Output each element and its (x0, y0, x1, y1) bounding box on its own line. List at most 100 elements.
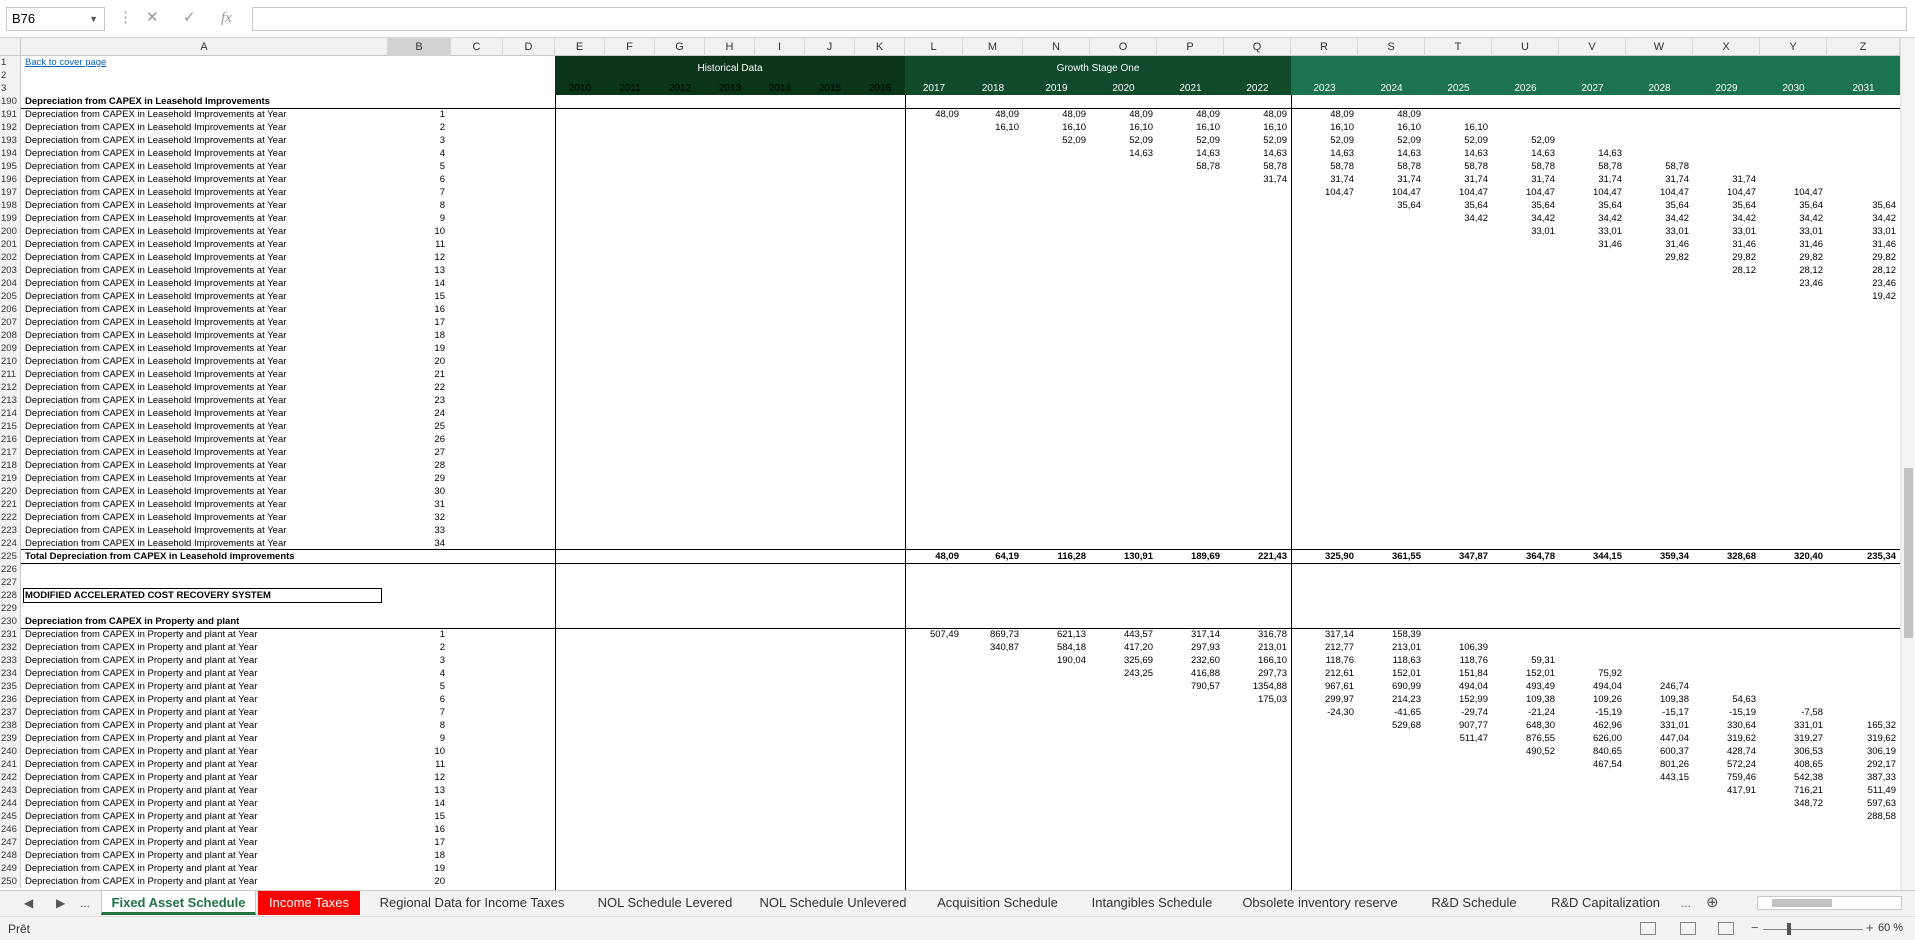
cancel-icon[interactable]: ✕ (146, 9, 159, 27)
table-cell[interactable]: 48,09 (1157, 108, 1220, 121)
table-cell[interactable]: 212,61 (1291, 667, 1354, 680)
table-cell[interactable]: 152,99 (1425, 693, 1488, 706)
row-header[interactable]: 216 (0, 433, 21, 446)
table-cell[interactable]: 29,82 (1626, 251, 1689, 264)
column-header-L[interactable]: L (905, 38, 963, 56)
table-cell[interactable]: 106,39 (1425, 641, 1488, 654)
table-cell[interactable]: 29,82 (1693, 251, 1756, 264)
table-cell[interactable]: 104,47 (1492, 186, 1555, 199)
sheet-tab[interactable]: NOL Schedule Levered (582, 891, 748, 915)
column-header-D[interactable]: D (503, 38, 555, 56)
row-header[interactable]: 207 (0, 316, 21, 329)
table-cell[interactable]: 14,63 (1157, 147, 1220, 160)
table-cell[interactable]: 319,27 (1760, 732, 1823, 745)
table-cell[interactable]: 529,68 (1358, 719, 1421, 732)
row-header[interactable]: 192 (0, 121, 21, 134)
table-cell[interactable]: 118,76 (1425, 654, 1488, 667)
row-header[interactable]: 246 (0, 823, 21, 836)
table-cell[interactable]: 467,54 (1559, 758, 1622, 771)
sheet-tab[interactable]: Obsolete inventory reserve (1227, 891, 1413, 915)
column-header-U[interactable]: U (1492, 38, 1559, 56)
sheet-tab[interactable]: R&D Schedule (1413, 891, 1535, 915)
formula-input[interactable] (252, 7, 1907, 31)
row-header[interactable]: 190 (0, 95, 21, 108)
table-cell[interactable]: 118,76 (1291, 654, 1354, 667)
sheet-tab[interactable]: Intangibles Schedule (1077, 891, 1227, 915)
row-header[interactable]: 222 (0, 511, 21, 524)
row-header[interactable]: 211 (0, 368, 21, 381)
column-header-A[interactable]: A (21, 38, 388, 56)
row-header[interactable]: 227 (0, 576, 21, 589)
table-cell[interactable]: 214,23 (1358, 693, 1421, 706)
insert-function-icon[interactable]: fx (221, 9, 232, 27)
column-header-M[interactable]: M (963, 38, 1023, 56)
table-cell[interactable]: 213,01 (1358, 641, 1421, 654)
table-cell[interactable]: 28,12 (1827, 264, 1896, 277)
row-header[interactable]: 2 (0, 69, 21, 82)
row-header[interactable]: 200 (0, 225, 21, 238)
tab-next-icon[interactable]: ▶ (56, 891, 65, 915)
table-cell[interactable]: 306,19 (1827, 745, 1896, 758)
table-cell[interactable]: 16,10 (1291, 121, 1354, 134)
zoom-slider[interactable] (1763, 929, 1863, 930)
row-header[interactable]: 226 (0, 563, 21, 576)
row-header[interactable]: 250 (0, 875, 21, 888)
table-cell[interactable]: -15,19 (1693, 706, 1756, 719)
back-to-cover-link[interactable]: Back to cover page (25, 56, 106, 69)
table-cell[interactable]: 31,74 (1693, 173, 1756, 186)
table-cell[interactable]: 166,10 (1224, 654, 1287, 667)
table-cell[interactable]: 104,47 (1626, 186, 1689, 199)
table-cell[interactable]: 331,01 (1760, 719, 1823, 732)
table-cell[interactable]: 31,74 (1291, 173, 1354, 186)
column-header-K[interactable]: K (855, 38, 905, 56)
table-cell[interactable]: 490,52 (1492, 745, 1555, 758)
table-cell[interactable]: 52,09 (1492, 134, 1555, 147)
table-cell[interactable]: 59,31 (1492, 654, 1555, 667)
row-header[interactable]: 225 (0, 550, 21, 563)
row-header[interactable]: 243 (0, 784, 21, 797)
table-cell[interactable]: 52,09 (1425, 134, 1488, 147)
row-header[interactable]: 230 (0, 615, 21, 628)
table-cell[interactable]: 48,09 (1291, 108, 1354, 121)
table-cell[interactable]: 416,88 (1157, 667, 1220, 680)
zoom-slider-knob[interactable] (1787, 923, 1791, 935)
table-cell[interactable]: 58,78 (1358, 160, 1421, 173)
table-cell[interactable]: 790,57 (1157, 680, 1220, 693)
table-cell[interactable]: 75,92 (1559, 667, 1622, 680)
table-cell[interactable]: 31,46 (1827, 238, 1896, 251)
table-cell[interactable]: 104,47 (1559, 186, 1622, 199)
table-cell[interactable]: 542,38 (1760, 771, 1823, 784)
row-header[interactable]: 242 (0, 771, 21, 784)
table-cell[interactable]: 288,58 (1827, 810, 1896, 823)
sheet-tab[interactable]: Regional Data for Income Taxes (362, 891, 582, 915)
column-header-J[interactable]: J (805, 38, 855, 56)
table-cell[interactable]: 48,09 (1090, 108, 1153, 121)
table-cell[interactable]: 31,74 (1492, 173, 1555, 186)
table-cell[interactable]: 317,14 (1157, 628, 1220, 641)
column-header-Y[interactable]: Y (1760, 38, 1827, 56)
row-header[interactable]: 233 (0, 654, 21, 667)
row-header[interactable]: 236 (0, 693, 21, 706)
table-cell[interactable]: 297,93 (1157, 641, 1220, 654)
table-cell[interactable]: 967,61 (1291, 680, 1354, 693)
table-cell[interactable]: 387,33 (1827, 771, 1896, 784)
row-header[interactable]: 199 (0, 212, 21, 225)
row-header[interactable]: 249 (0, 862, 21, 875)
table-cell[interactable]: 58,78 (1626, 160, 1689, 173)
page-layout-icon[interactable] (1680, 922, 1696, 935)
column-header-G[interactable]: G (655, 38, 705, 56)
table-cell[interactable]: 48,09 (1358, 108, 1421, 121)
table-cell[interactable]: 31,74 (1224, 173, 1287, 186)
row-header[interactable]: 237 (0, 706, 21, 719)
row-header[interactable]: 204 (0, 277, 21, 290)
row-header[interactable]: 229 (0, 602, 21, 615)
row-header[interactable]: 205 (0, 290, 21, 303)
column-header-C[interactable]: C (451, 38, 503, 56)
table-cell[interactable]: 1354,88 (1224, 680, 1287, 693)
row-header[interactable]: 193 (0, 134, 21, 147)
row-header[interactable]: 241 (0, 758, 21, 771)
table-cell[interactable]: 35,64 (1626, 199, 1689, 212)
sheet-tab[interactable]: Acquisition Schedule (918, 891, 1077, 915)
column-header-O[interactable]: O (1090, 38, 1157, 56)
table-cell[interactable]: 34,42 (1559, 212, 1622, 225)
